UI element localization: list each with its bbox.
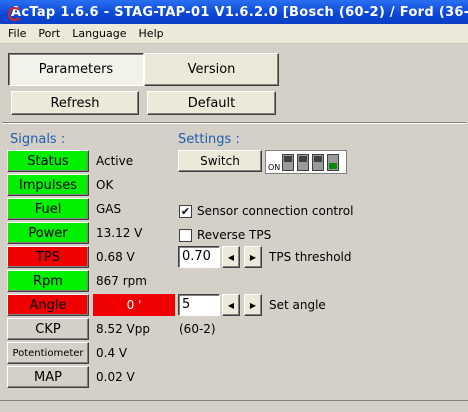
status-bar	[0, 400, 468, 412]
menu-port[interactable]: Port	[32, 27, 66, 40]
menu-help[interactable]: Help	[133, 27, 170, 40]
dip-on-label: ON	[268, 163, 281, 172]
tab-parameters[interactable]: Parameters	[8, 53, 144, 86]
signal-potentiometer-label: Potentiometer	[7, 342, 89, 364]
angle-increase-button[interactable]: ▶	[244, 294, 262, 316]
signal-rpm-label: Rpm	[7, 270, 89, 292]
signal-map-value: 0.02 V	[96, 370, 135, 384]
signal-ckp-label: CKP	[7, 318, 89, 340]
window-title: AcTap 1.6.6 - STAG-TAP-01 V1.6.2.0 [Bosc…	[11, 4, 468, 20]
menu-language[interactable]: Language	[66, 27, 132, 40]
reverse-tps-checkbox[interactable]	[179, 228, 192, 242]
set-angle-label: Set angle	[269, 298, 326, 312]
signal-status-value: Active	[96, 154, 134, 168]
reverse-tps-label: Reverse TPS	[197, 228, 272, 242]
signals-heading: Signals :	[10, 132, 66, 147]
dip-switch-4	[327, 154, 339, 171]
signal-angle-label: Angle	[7, 294, 89, 316]
dip-switch-indicator: ON	[265, 150, 347, 174]
refresh-button[interactable]: Refresh	[11, 91, 139, 115]
dip-switch-1	[282, 154, 294, 171]
signal-status-label: Status	[7, 150, 89, 172]
signal-rpm-value: 867 rpm	[96, 274, 147, 288]
signal-fuel-value: GAS	[96, 202, 122, 216]
sensor-connection-checkbox[interactable]: ✔	[179, 204, 192, 218]
set-angle-input[interactable]: 5	[178, 294, 220, 316]
signal-power-value: 13.12 V	[96, 226, 143, 240]
signal-fuel-label: Fuel	[7, 198, 89, 220]
default-button[interactable]: Default	[147, 91, 276, 115]
menu-bar: File Port Language Help	[0, 24, 468, 44]
sensor-connection-label: Sensor connection control	[197, 204, 354, 218]
signal-potentiometer-value: 0.4 V	[96, 346, 128, 360]
divider	[2, 122, 466, 124]
dip-switch-2	[297, 154, 309, 171]
switch-button[interactable]: Switch	[178, 150, 262, 172]
menu-file[interactable]: File	[2, 27, 32, 40]
signal-ckp-value: 8.52 Vpp	[96, 322, 150, 336]
tab-version[interactable]: Version	[144, 53, 279, 86]
sensor-connection-control-row[interactable]: ✔ Sensor connection control	[179, 203, 353, 219]
main-panel: Parameters Version Refresh Default Signa…	[0, 44, 468, 412]
signal-impulses-label: Impulses	[7, 174, 89, 196]
reverse-tps-row[interactable]: Reverse TPS	[179, 227, 271, 243]
signal-tps-value: 0.68 V	[96, 250, 135, 264]
signal-angle-value: 0 '	[93, 294, 175, 316]
tps-decrease-button[interactable]: ◀	[222, 246, 240, 268]
signal-power-label: Power	[7, 222, 89, 244]
tps-threshold-input[interactable]: 0.70	[178, 246, 220, 268]
settings-heading: Settings :	[178, 132, 240, 147]
title-bar: AcTap 1.6.6 - STAG-TAP-01 V1.6.2.0 [Bosc…	[0, 0, 468, 24]
angle-decrease-button[interactable]: ◀	[222, 294, 240, 316]
tps-increase-button[interactable]: ▶	[244, 246, 262, 268]
signal-map-label: MAP	[7, 366, 89, 388]
signal-tps-label: TPS	[7, 246, 89, 268]
tps-threshold-label: TPS threshold	[269, 250, 352, 264]
signal-ckp-pattern: (60-2)	[179, 322, 216, 336]
signal-impulses-value: OK	[96, 178, 114, 192]
dip-switch-3	[312, 154, 324, 171]
